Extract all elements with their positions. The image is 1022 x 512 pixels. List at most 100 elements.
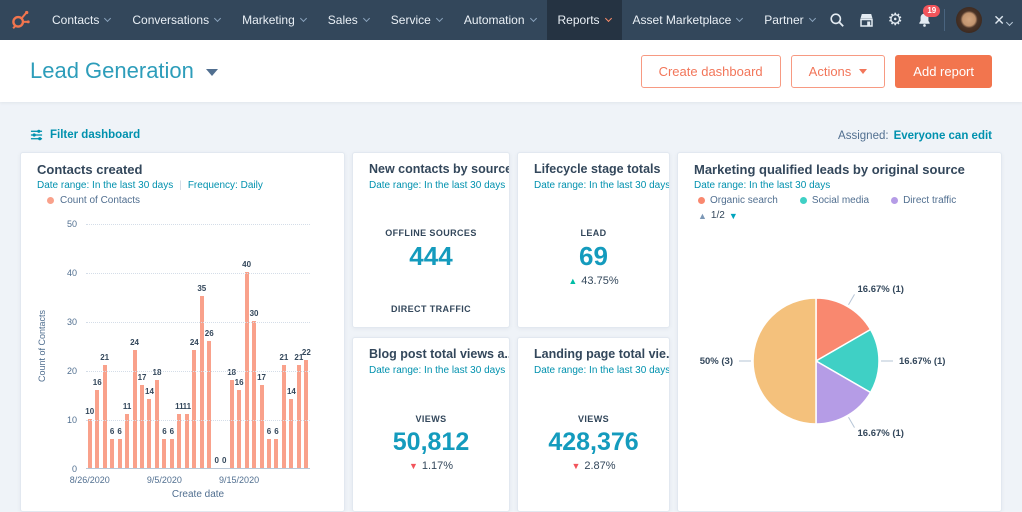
bar: 17 (138, 224, 145, 468)
notification-badge: 19 (923, 5, 940, 17)
nav-item-conversations[interactable]: Conversations (121, 0, 231, 40)
hubspot-logo[interactable] (0, 0, 41, 40)
create-dashboard-button[interactable]: Create dashboard (641, 55, 781, 88)
add-report-button[interactable]: Add report (895, 55, 992, 88)
card-mql-by-original-source: Marketing qualified leads by original so… (677, 152, 1002, 512)
legend-count-of-contacts[interactable]: Count of Contacts (47, 195, 140, 206)
assigned-label: Assigned: (838, 130, 889, 142)
delta-value: 2.87% (584, 460, 615, 472)
bar: 11 (176, 224, 183, 468)
bar: 10 (86, 224, 93, 468)
dashboard-title-dropdown[interactable]: Lead Generation (30, 58, 218, 84)
pie-label-connector (849, 294, 855, 304)
bar-value-label: 0 (222, 456, 226, 465)
bar: 21 (295, 224, 302, 468)
bar: 30 (250, 224, 257, 468)
legend-dot (47, 197, 54, 204)
bar-value-label: 22 (302, 348, 311, 357)
title-caret-icon (206, 69, 218, 76)
x-tick-label: 8/26/2020 (70, 475, 110, 485)
pie-slice (753, 298, 816, 424)
bar: 26 (206, 224, 213, 468)
user-avatar[interactable] (956, 7, 982, 33)
chevron-down-icon (529, 15, 536, 22)
nav-item-automation[interactable]: Automation (453, 0, 547, 40)
nav-item-marketing[interactable]: Marketing (231, 0, 317, 40)
y-tick-label: 10 (67, 415, 77, 425)
notifications-bell-icon[interactable]: 19 (915, 11, 933, 29)
nav-item-reports[interactable]: Reports (547, 0, 622, 40)
bar: 6 (161, 224, 168, 468)
bar: 6 (265, 224, 272, 468)
nav-right-icons: ⚙ 19 ✕ (828, 0, 1022, 40)
chevron-down-icon (605, 15, 612, 22)
y-axis-title: Count of Contacts (37, 310, 47, 382)
y-tick-label: 30 (67, 317, 77, 327)
metric-label: LEAD (518, 228, 669, 238)
bar-value-label: 6 (274, 427, 278, 436)
date-range: Date range: In the last 30 days (37, 180, 173, 191)
bar: 22 (303, 224, 310, 468)
bar: 16 (93, 224, 100, 468)
metric-value: 69 (518, 241, 669, 272)
metric-label: VIEWS (353, 414, 509, 424)
nav-divider (944, 9, 945, 31)
bar: 0 (213, 224, 220, 468)
assigned-row: Assigned: Everyone can edit (838, 130, 992, 142)
pie-label-connector (849, 417, 855, 427)
settings-gear-icon[interactable]: ⚙ (886, 11, 904, 29)
card-lifecycle-stage-totals: Lifecycle stage totals Date range: In th… (517, 152, 670, 328)
card-title: Contacts created (37, 162, 142, 177)
card-new-contacts-by-source: New contacts by source Date range: In th… (352, 152, 510, 328)
date-range: Date range: In the last 30 days (369, 365, 505, 376)
bar-chart-plot: 1016216611241714186611112435260018164030… (86, 224, 310, 469)
bar-value-label: 6 (117, 427, 121, 436)
nav-item-sales[interactable]: Sales (317, 0, 380, 40)
nav-item-partner[interactable]: Partner (753, 0, 825, 40)
bar: 17 (258, 224, 265, 468)
chevron-down-icon (736, 15, 743, 22)
page-header: Lead Generation Create dashboard Actions… (0, 40, 1022, 102)
metric-value: 50,812 (353, 428, 509, 457)
card-blog-post-total-views: Blog post total views a... Date range: I… (352, 337, 510, 512)
pie-chart: 16.67% (1)16.67% (1)16.67% (1)50% (3) (678, 153, 1002, 511)
delta-down-icon: ▼ (409, 461, 418, 471)
bar: 0 (220, 224, 227, 468)
card-contacts-created: Contacts created Date range: In the last… (20, 152, 345, 512)
close-icon[interactable]: ✕ (993, 12, 1012, 29)
assigned-permission-link[interactable]: Everyone can edit (894, 130, 992, 142)
metric-label: VIEWS (518, 414, 669, 424)
chevron-down-icon (214, 15, 221, 22)
page-title: Lead Generation (30, 58, 194, 84)
nav-items: ContactsConversationsMarketingSalesServi… (41, 0, 826, 40)
date-range: Date range: In the last 30 days (534, 365, 670, 376)
bar: 40 (243, 224, 250, 468)
pie-slice-label: 16.67% (1) (858, 428, 904, 439)
frequency: Frequency: Daily (188, 180, 263, 191)
filter-dashboard-link[interactable]: Filter dashboard (30, 129, 140, 141)
bar: 6 (116, 224, 123, 468)
card-landing-page-total-views: Landing page total vie... Date range: In… (517, 337, 670, 512)
chevron-down-icon (809, 15, 816, 22)
nav-item-service[interactable]: Service (380, 0, 453, 40)
chevron-down-icon (363, 15, 370, 22)
date-range: Date range: In the last 30 days (369, 180, 505, 191)
bar: 14 (288, 224, 295, 468)
x-tick-label: 9/15/2020 (219, 475, 259, 485)
search-icon[interactable] (828, 11, 846, 29)
bar-value-label: 6 (110, 427, 114, 436)
marketplace-icon[interactable] (857, 11, 875, 29)
actions-button[interactable]: Actions (791, 55, 886, 88)
bar: 35 (198, 224, 205, 468)
delta-up-icon: ▲ (568, 276, 577, 286)
date-range: Date range: In the last 30 days (534, 180, 670, 191)
sprocket-icon (9, 9, 31, 31)
nav-item-asset-marketplace[interactable]: Asset Marketplace (622, 0, 754, 40)
y-tick-label: 40 (67, 268, 77, 278)
chevron-down-icon (436, 15, 443, 22)
delta-value: 43.75% (581, 275, 618, 287)
y-tick-label: 0 (72, 464, 77, 474)
card-title: Landing page total vie... (534, 347, 670, 361)
nav-item-contacts[interactable]: Contacts (41, 0, 121, 40)
actions-caret-icon (859, 69, 867, 74)
